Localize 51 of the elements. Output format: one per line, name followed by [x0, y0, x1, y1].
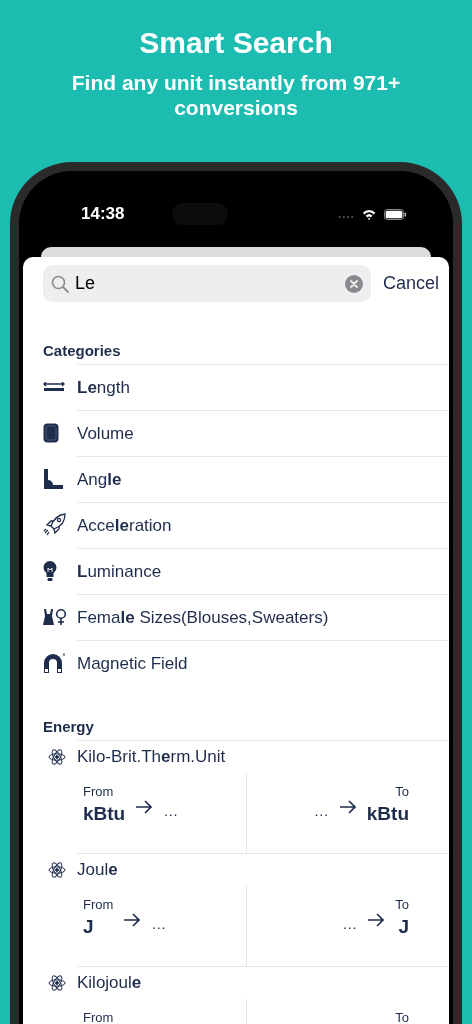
category-item[interactable]: Magnetic Field [77, 639, 449, 687]
unit-item[interactable]: Kilo-Brit.Therm.Unit [77, 747, 226, 767]
ellipsis: … [313, 802, 329, 819]
to-label: To [395, 897, 409, 912]
wifi-icon [362, 207, 377, 221]
atom-icon [48, 748, 66, 766]
unit-symbol: J [83, 916, 95, 938]
unit-item[interactable]: Kilojoule [77, 973, 142, 993]
cylinder-icon [43, 423, 59, 443]
unit-symbol: J [398, 916, 409, 938]
from-label: From [83, 1010, 114, 1024]
search-bar[interactable]: Le [43, 265, 371, 302]
arrow-right-icon [367, 913, 386, 927]
subheadline: Find any unit instantly from 971+ conversions [70, 70, 402, 121]
ellipsis: … [151, 915, 167, 932]
category-item[interactable]: Luminance [77, 547, 449, 595]
section-header: Energy [43, 717, 95, 737]
from-label: From [83, 784, 115, 799]
ellipsis: … [163, 802, 179, 819]
from-label: From [83, 897, 114, 912]
category-item[interactable]: Volume [77, 409, 449, 457]
category-item[interactable]: Length [77, 363, 449, 411]
unit-symbol: kBtu [83, 803, 126, 825]
to-label: To [395, 784, 409, 799]
magnet-icon [43, 653, 65, 673]
clear-icon[interactable] [344, 274, 363, 293]
atom-icon [48, 861, 66, 879]
atom-icon [48, 974, 66, 992]
arrow-right-icon [338, 800, 357, 814]
angle-icon [43, 469, 63, 489]
battery-icon [384, 207, 407, 221]
ruler-icon [43, 382, 65, 392]
category-item[interactable]: Angle [77, 455, 449, 503]
ellipsis: … [342, 915, 358, 932]
search-input[interactable]: Le [75, 273, 339, 294]
signal-icon [337, 214, 355, 219]
section-header: Categories [43, 341, 122, 361]
search-icon [51, 274, 69, 293]
dress-female-icon [43, 608, 67, 626]
arrow-right-icon [135, 800, 154, 814]
rocket-icon [43, 513, 67, 537]
cancel-button[interactable]: Cancel [382, 273, 449, 294]
category-item[interactable]: Female Sizes(Blouses,Sweaters) [77, 593, 449, 641]
headline: Smart Search [138, 26, 334, 60]
unit-symbol: kBtu [366, 803, 409, 825]
category-item[interactable]: Acceleration [77, 501, 449, 549]
status-time: 14:38 [81, 204, 126, 224]
unit-item[interactable]: Joule [77, 860, 118, 880]
lightbulb-icon [43, 561, 57, 581]
arrow-right-icon [123, 913, 142, 927]
to-label: To [395, 1010, 409, 1024]
